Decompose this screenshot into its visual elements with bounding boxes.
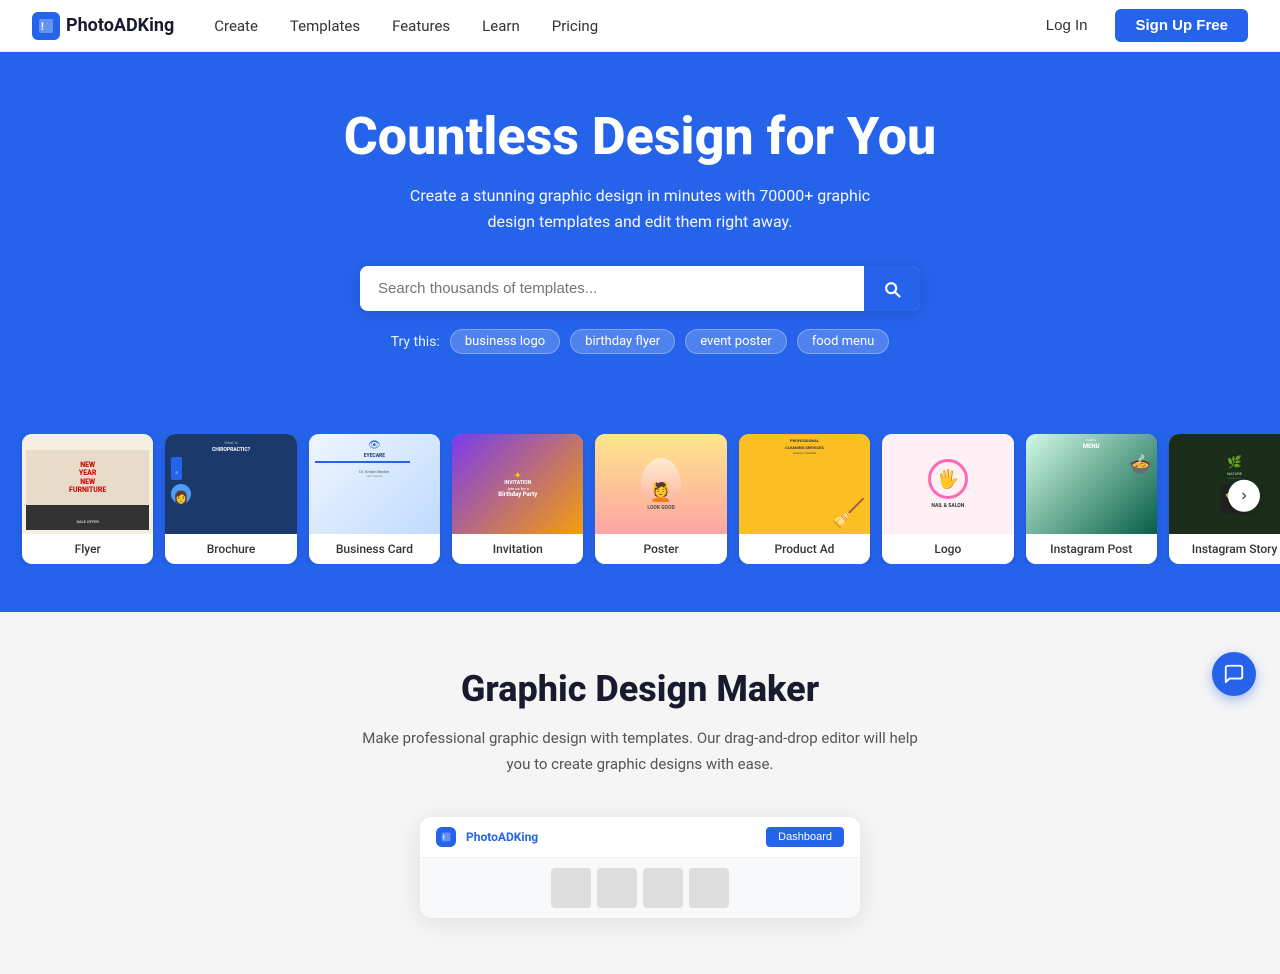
signup-button[interactable]: Sign Up Free	[1115, 9, 1248, 42]
dashboard-header: ! PhotoADKing Dashboard	[420, 817, 860, 858]
hero-title: Countless Design for You	[32, 108, 1248, 165]
nav-actions: Log In Sign Up Free	[1034, 9, 1248, 42]
chat-support-button[interactable]	[1212, 652, 1256, 696]
nav-create[interactable]: Create	[214, 17, 258, 35]
dashboard-preview: ! PhotoADKing Dashboard	[32, 817, 1248, 918]
chip-business-logo[interactable]: business logo	[450, 329, 560, 354]
svg-text:!: !	[41, 22, 44, 33]
template-label-igstory: Instagram Story	[1169, 534, 1280, 564]
logo-icon: !	[32, 12, 60, 40]
template-label-igpost: Instagram Post	[1026, 534, 1157, 564]
section-title: Graphic Design Maker	[32, 668, 1248, 710]
svg-text:!: !	[443, 834, 445, 842]
nav-templates[interactable]: Templates	[290, 17, 360, 35]
chat-icon	[1223, 663, 1245, 685]
search-icon	[882, 279, 902, 299]
search-input[interactable]	[360, 266, 864, 311]
try-this-row: Try this: business logo birthday flyer e…	[32, 329, 1248, 354]
carousel-next-button[interactable]: ›	[1228, 480, 1260, 512]
search-bar	[360, 266, 920, 311]
nav-links: Create Templates Features Learn Pricing	[214, 17, 1034, 35]
chip-birthday-flyer[interactable]: birthday flyer	[570, 329, 675, 354]
dashboard-logo-text: PhotoADKing	[466, 830, 538, 844]
hero-section: Countless Design for You Create a stunni…	[0, 52, 1280, 402]
template-card-bizcard[interactable]: 👁 EYECARE Dr. Kristin Becker Optometrist…	[309, 434, 440, 564]
template-card-brochure[interactable]: What Is CHIROPRACTIC? ☰ 👩 Brochure	[165, 434, 296, 564]
template-card-invitation[interactable]: ✦ INVITATION Join us for a Birthday Part…	[452, 434, 583, 564]
templates-row: NEWYEARNEWFURNITURE SALE OFFER Flyer Wha…	[0, 434, 1280, 564]
template-card-productad[interactable]: PROFESSIONAL CLEANING SERVICES Quality &…	[739, 434, 870, 564]
template-label-productad: Product Ad	[739, 534, 870, 564]
search-button[interactable]	[864, 266, 920, 311]
hero-subtitle: Create a stunning graphic design in minu…	[32, 183, 1248, 234]
dashboard-card: ! PhotoADKing Dashboard	[420, 817, 860, 918]
template-card-poster[interactable]: 💆 LOOK GOOD Poster	[595, 434, 726, 564]
template-label-poster: Poster	[595, 534, 726, 564]
login-button[interactable]: Log In	[1034, 11, 1100, 40]
template-card-igpost[interactable]: Healthy MENU 🍲 Instagram Post	[1026, 434, 1157, 564]
template-label-invitation: Invitation	[452, 534, 583, 564]
navbar: ! PhotoADKing Create Templates Features …	[0, 0, 1280, 52]
template-card-flyer[interactable]: NEWYEARNEWFURNITURE SALE OFFER Flyer	[22, 434, 153, 564]
template-label-bizcard: Business Card	[309, 534, 440, 564]
template-label-flyer: Flyer	[22, 534, 153, 564]
chip-food-menu[interactable]: food menu	[797, 329, 890, 354]
chip-event-poster[interactable]: event poster	[685, 329, 787, 354]
try-label: Try this:	[391, 334, 440, 350]
dashboard-logo-icon: !	[436, 827, 456, 847]
template-label-logo: Logo	[882, 534, 1013, 564]
template-card-igstory[interactable]: 🌿 NATURE Collection 🌱 Instagram Story	[1169, 434, 1280, 564]
dashboard-button[interactable]: Dashboard	[766, 827, 844, 847]
logo-text: PhotoADKing	[66, 15, 174, 36]
nav-features[interactable]: Features	[392, 17, 450, 35]
template-card-logo[interactable]: 🖐 NAIL & SALON Logo	[882, 434, 1013, 564]
templates-section: NEWYEARNEWFURNITURE SALE OFFER Flyer Wha…	[0, 402, 1280, 612]
graphic-design-section: Graphic Design Maker Make professional g…	[0, 612, 1280, 974]
nav-learn[interactable]: Learn	[482, 17, 520, 35]
section-subtitle: Make professional graphic design with te…	[360, 726, 920, 777]
template-label-brochure: Brochure	[165, 534, 296, 564]
logo-link[interactable]: ! PhotoADKing	[32, 12, 174, 40]
nav-pricing[interactable]: Pricing	[552, 17, 598, 35]
